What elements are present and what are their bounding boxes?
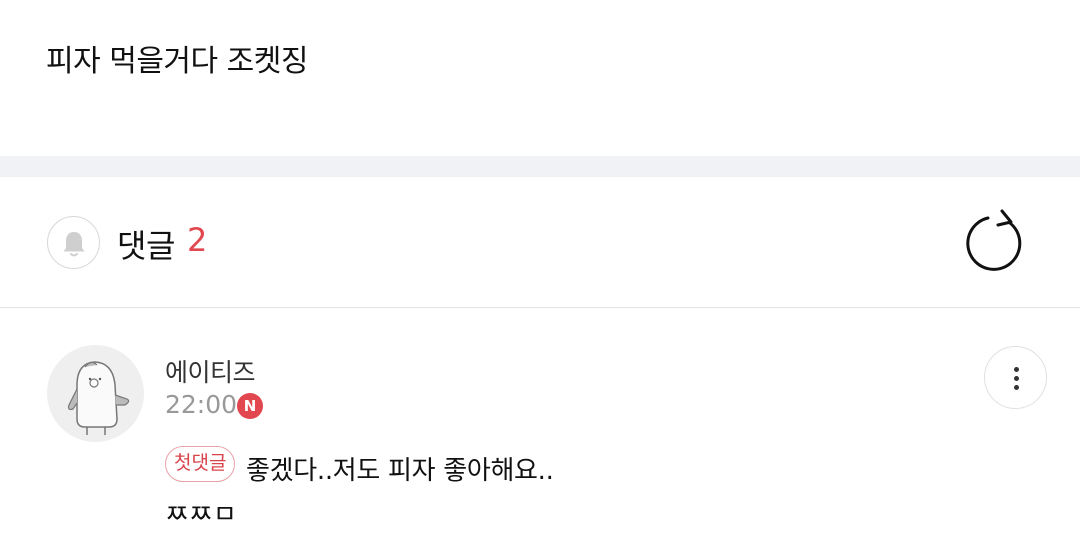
comment-author[interactable]: 에이티즈 [165,353,256,389]
first-comment-badge: 첫댓글 [165,446,236,482]
comments-header: 댓글 2 [0,177,1080,308]
avatar[interactable] [47,345,144,442]
post-body: 피자 먹을거다 조켓징 [0,0,1080,156]
more-vertical-icon-dot [1014,376,1019,381]
post-text: 피자 먹을거다 조켓징 [46,44,308,79]
more-vertical-icon-dot [1014,385,1019,390]
comment-item: 에이티즈 22:00 N 첫댓글 좋겠다..저도 피자 좋아해요.. ㅉㅉㅁ [0,308,1080,544]
comments-count: 2 [187,221,208,259]
more-vertical-icon [1014,367,1019,372]
comment-more-button[interactable] [984,346,1047,409]
comment-time: 22:00 [165,390,238,419]
new-badge: N [237,393,263,419]
refresh-icon [966,209,1022,271]
bell-icon [63,232,85,257]
comments-title: 댓글 [117,227,175,265]
notification-toggle-button[interactable] [47,216,100,269]
character-avatar-icon [67,361,130,435]
section-divider [0,156,1080,177]
comment-text: 좋겠다..저도 피자 좋아해요.. [246,456,554,486]
refresh-button[interactable] [962,207,1030,275]
comment-text-line2: ㅉㅉㅁ [165,500,237,530]
